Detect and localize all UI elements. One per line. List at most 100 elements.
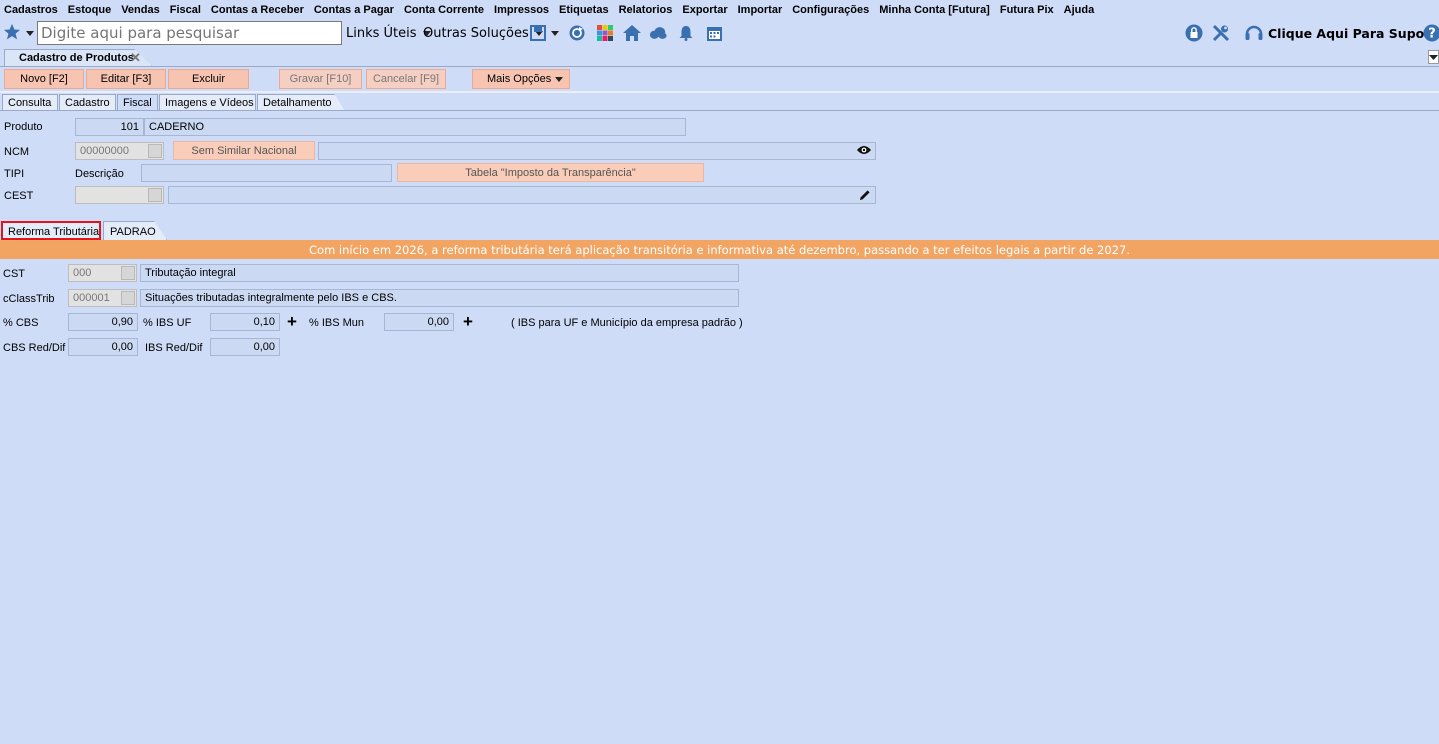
sem-similar-button[interactable]: Sem Similar Nacional — [173, 141, 315, 160]
tipi-label: TIPI — [4, 168, 25, 180]
lock-icon[interactable] — [1185, 24, 1203, 42]
outras-solucoes-label: Outras Soluções — [423, 26, 529, 41]
menu-contas-receber[interactable]: Contas a Receber — [211, 4, 304, 16]
cclass-label: cClassTrib — [3, 293, 55, 305]
tabs-dropdown[interactable] — [1428, 50, 1439, 64]
tab-fiscal[interactable]: Fiscal — [117, 94, 158, 111]
menu-importar[interactable]: Importar — [738, 4, 783, 16]
produto-codigo-field[interactable]: 101 — [75, 118, 144, 136]
ncm-value: 00000000 — [80, 145, 129, 157]
headset-icon[interactable] — [1243, 24, 1265, 42]
pct-cbs-field[interactable]: 0,90 — [68, 313, 138, 331]
tab-reforma-tributaria[interactable]: Reforma Tributária — [1, 221, 101, 240]
divider — [0, 66, 1439, 67]
cancelar-button[interactable]: Cancelar [F9] — [366, 69, 446, 89]
menu-etiquetas[interactable]: Etiquetas — [559, 4, 609, 16]
produto-label: Produto — [4, 121, 43, 133]
menu-estoque[interactable]: Estoque — [68, 4, 111, 16]
menu-ajuda[interactable]: Ajuda — [1064, 4, 1095, 16]
tab-padrao[interactable]: PADRAO — [103, 221, 167, 240]
gravar-button[interactable]: Gravar [F10] — [279, 69, 362, 89]
ibs-note: ( IBS para UF e Município da empresa pad… — [511, 317, 743, 329]
mais-opcoes-label: Mais Opções — [487, 73, 552, 85]
pct-ibs-mun-field[interactable]: 0,00 — [384, 313, 454, 331]
star-icon[interactable] — [3, 23, 21, 41]
pct-cbs-label: % CBS — [3, 317, 39, 329]
menu-bar: Cadastros Estoque Vendas Fiscal Contas a… — [0, 0, 1439, 19]
chevron-down-icon[interactable] — [24, 24, 36, 42]
ncm-descricao-field[interactable] — [318, 142, 876, 160]
chevron-down-icon[interactable] — [549, 24, 561, 42]
ibs-red-label: IBS Red/Dif — [145, 342, 203, 354]
produto-nome-field[interactable]: CADERNO — [144, 118, 686, 136]
search-icon[interactable] — [148, 188, 162, 202]
help-icon[interactable]: ? — [1423, 24, 1439, 42]
tab-cadastro[interactable]: Cadastro — [59, 94, 116, 111]
excluir-button[interactable]: Excluir — [168, 69, 249, 89]
cclass-code-field[interactable]: 000001 — [68, 289, 137, 307]
menu-cadastros[interactable]: Cadastros — [4, 4, 58, 16]
divider — [0, 110, 1439, 111]
close-icon[interactable]: ✕ — [130, 50, 141, 66]
cest-descricao-field[interactable] — [168, 186, 876, 204]
cst-desc-field[interactable]: Tributação integral — [140, 264, 739, 282]
cst-label: CST — [3, 268, 25, 280]
ibs-red-field[interactable]: 0,00 — [210, 338, 280, 356]
pencil-icon[interactable] — [859, 189, 871, 203]
chevron-down-icon — [555, 77, 563, 82]
novo-button[interactable]: Novo [F2] — [4, 69, 84, 89]
cbs-red-field[interactable]: 0,00 — [68, 338, 138, 356]
cest-field[interactable] — [75, 186, 164, 204]
toolbar: Links Úteis Outras Soluções Clique Aqui … — [0, 19, 1439, 47]
calendar-icon[interactable] — [705, 24, 723, 42]
tabela-imposto-button[interactable]: Tabela "Imposto da Transparência" — [397, 163, 704, 182]
menu-exportar[interactable]: Exportar — [682, 4, 727, 16]
descricao-label: Descrição — [75, 168, 124, 180]
plus-icon[interactable]: + — [463, 313, 473, 330]
search-icon[interactable] — [121, 291, 135, 305]
menu-conta-corrente[interactable]: Conta Corrente — [404, 4, 484, 16]
search-icon[interactable] — [121, 266, 135, 280]
cst-code: 000 — [73, 267, 92, 279]
bell-icon[interactable] — [677, 24, 695, 42]
info-banner: Com início em 2026, a reforma tributária… — [0, 240, 1439, 259]
tools-icon[interactable] — [1212, 24, 1230, 42]
menu-impressos[interactable]: Impressos — [494, 4, 549, 16]
menu-minha-conta[interactable]: Minha Conta [Futura] — [879, 4, 990, 16]
tab-cadastro-produtos[interactable]: Cadastro de Produtos ✕ — [4, 49, 152, 66]
tab-imagens-videos[interactable]: Imagens e Vídeos — [159, 94, 256, 111]
menu-fiscal[interactable]: Fiscal — [170, 4, 201, 16]
apps-grid-icon[interactable] — [596, 24, 614, 42]
links-uteis-label: Links Úteis — [346, 26, 417, 41]
refresh-icon[interactable] — [568, 24, 586, 42]
plus-icon[interactable]: + — [287, 313, 297, 330]
menu-contas-pagar[interactable]: Contas a Pagar — [314, 4, 394, 16]
search-input[interactable] — [37, 21, 342, 45]
home-icon[interactable] — [623, 24, 641, 42]
pct-ibs-uf-label: % IBS UF — [143, 317, 192, 329]
mais-opcoes-button[interactable]: Mais Opções — [472, 69, 570, 89]
tab-consulta[interactable]: Consulta — [2, 94, 58, 111]
links-uteis-menu[interactable]: Links Úteis — [346, 26, 431, 41]
cclass-code: 000001 — [73, 292, 110, 304]
eye-icon[interactable] — [857, 144, 871, 159]
cloud-icon[interactable] — [649, 24, 667, 42]
editar-button[interactable]: Editar [F3] — [86, 69, 166, 89]
save-icon[interactable] — [529, 24, 547, 42]
ncm-label: NCM — [4, 146, 30, 158]
support-link[interactable]: Clique Aqui Para Suporte! — [1268, 26, 1439, 41]
menu-futura-pix[interactable]: Futura Pix — [1000, 4, 1054, 16]
cst-code-field[interactable]: 000 — [68, 264, 137, 282]
cclass-desc-field[interactable]: Situações tributadas integralmente pelo … — [140, 289, 739, 307]
tipi-descricao-field[interactable] — [141, 164, 392, 182]
outras-solucoes-menu[interactable]: Outras Soluções — [423, 26, 543, 41]
tab-detalhamento[interactable]: Detalhamento — [257, 94, 345, 111]
ncm-field[interactable]: 00000000 — [75, 142, 164, 160]
menu-vendas[interactable]: Vendas — [121, 4, 160, 16]
pct-ibs-uf-field[interactable]: 0,10 — [210, 313, 280, 331]
menu-configuracoes[interactable]: Configurações — [792, 4, 869, 16]
search-icon[interactable] — [148, 144, 162, 158]
chevron-down-icon — [1429, 55, 1438, 60]
divider — [0, 91, 1439, 93]
menu-relatorios[interactable]: Relatorios — [619, 4, 673, 16]
